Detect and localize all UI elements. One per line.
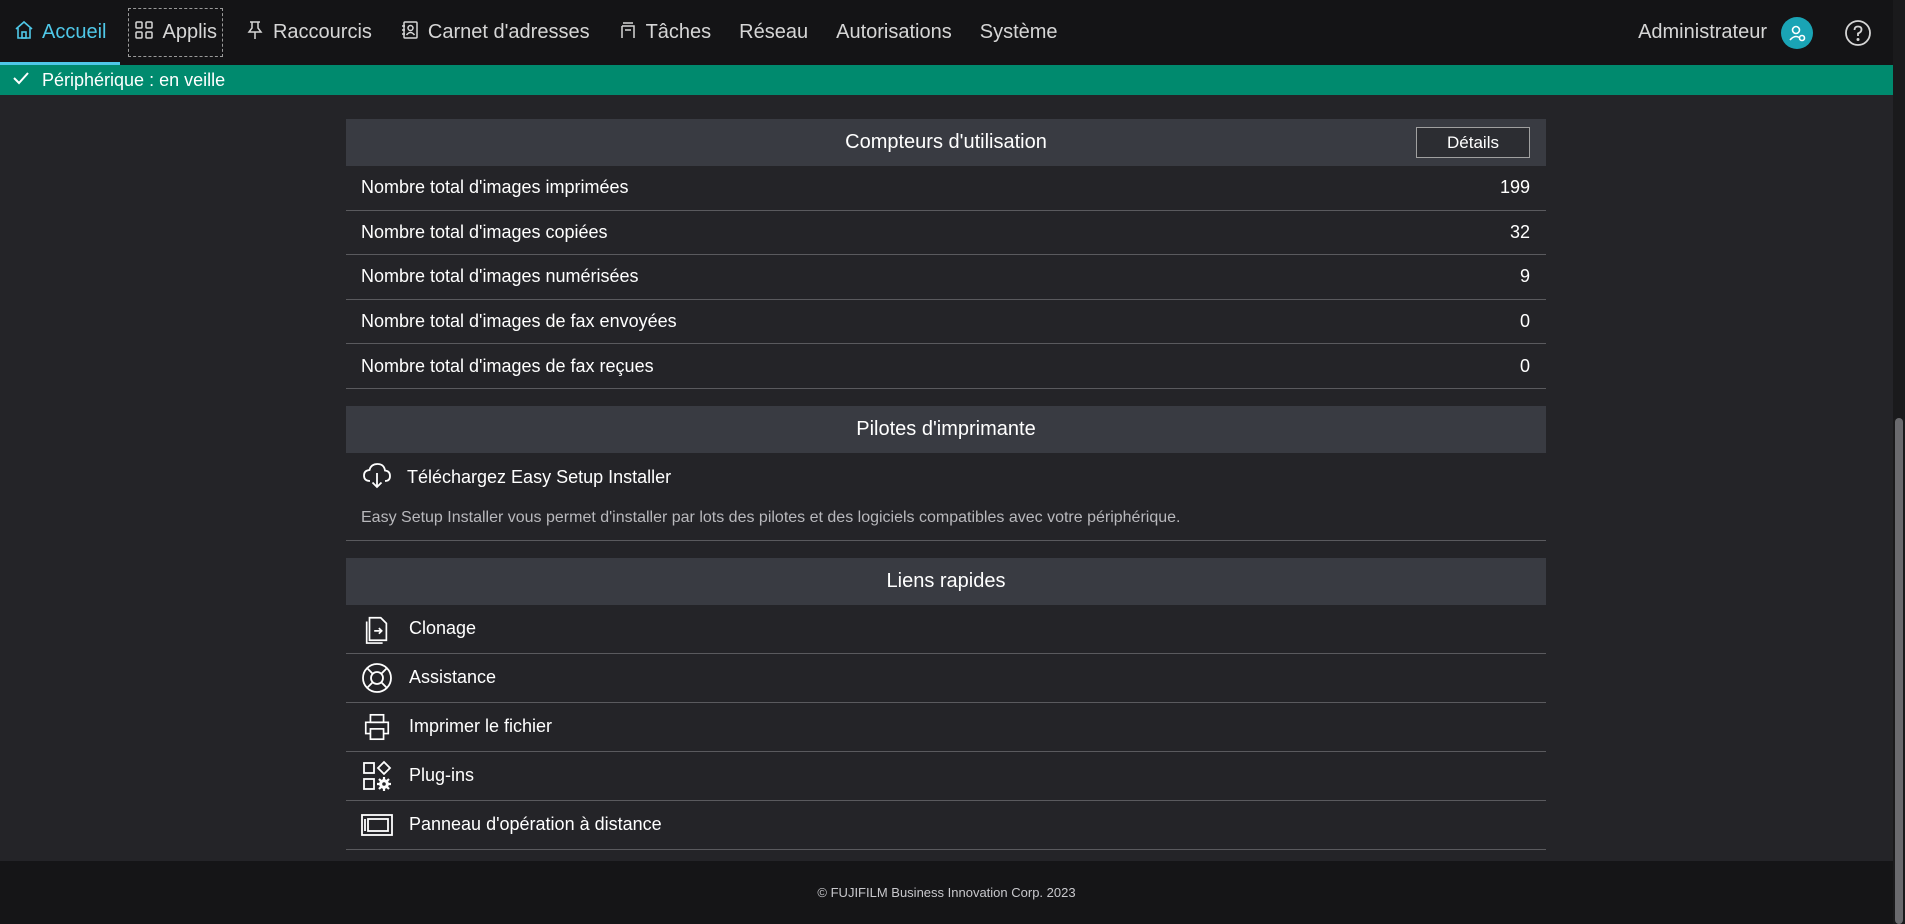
quicklink-plug-ins[interactable]: Plug-ins xyxy=(346,752,1546,801)
counter-row: Nombre total d'images de fax reçues 0 xyxy=(346,344,1546,389)
lifebuoy-icon xyxy=(361,662,393,694)
counter-row: Nombre total d'images imprimées 199 xyxy=(346,166,1546,211)
quicklink-panneau-distance[interactable]: Panneau d'opération à distance xyxy=(346,801,1546,850)
quicklinks-title: Liens rapides xyxy=(886,569,1006,592)
quicklink-imprimer-fichier[interactable]: Imprimer le fichier xyxy=(346,703,1546,752)
nav-tab-label: Réseau xyxy=(739,21,809,43)
nav-tab-reseau[interactable]: Réseau xyxy=(725,0,822,65)
plugins-icon xyxy=(361,760,393,792)
user-name[interactable]: Administrateur xyxy=(1638,21,1781,44)
quicklinks-header: Liens rapides xyxy=(346,557,1546,605)
apps-icon xyxy=(134,20,154,46)
nav-tab-raccourcis[interactable]: Raccourcis xyxy=(231,0,386,65)
tasks-icon xyxy=(618,20,638,46)
nav-tab-label: Raccourcis xyxy=(272,21,372,43)
quicklink-label: Clonage xyxy=(409,618,477,639)
quicklink-assistance[interactable]: Assistance xyxy=(346,654,1546,703)
counter-row: Nombre total d'images de fax envoyées 0 xyxy=(346,300,1546,345)
scrollbar-thumb[interactable] xyxy=(1895,418,1903,924)
cloud-download-icon xyxy=(361,459,393,496)
counters-title: Compteurs d'utilisation xyxy=(845,131,1047,153)
nav-tab-applis[interactable]: Applis xyxy=(120,0,230,65)
counter-value: 32 xyxy=(1509,221,1530,242)
main-content: Compteurs d'utilisation Détails Nombre t… xyxy=(346,119,1546,850)
nav-tab-label: Tâches xyxy=(645,21,712,43)
nav-tab-label: Système xyxy=(979,21,1058,43)
printer-icon xyxy=(361,711,393,743)
nav-tab-label: Applis xyxy=(162,21,217,43)
page-scrollbar[interactable] xyxy=(1893,0,1905,924)
home-icon xyxy=(14,20,34,46)
nav-tab-label: Autorisations xyxy=(836,21,952,43)
counter-row: Nombre total d'images numérisées 9 xyxy=(346,255,1546,300)
quicklink-label: Assistance xyxy=(409,667,497,688)
help-icon[interactable] xyxy=(1843,18,1873,48)
top-nav: Accueil Applis Raccourcis Carnet d'adres… xyxy=(0,0,1893,65)
counter-label: Nombre total d'images copiées xyxy=(361,221,608,242)
device-status-bar: Périphérique : en veille xyxy=(0,65,1893,95)
clone-icon xyxy=(361,613,393,645)
counter-label: Nombre total d'images de fax envoyées xyxy=(361,311,677,332)
counter-value: 9 xyxy=(1519,266,1530,287)
footer: © FUJIFILM Business Innovation Corp. 202… xyxy=(0,861,1893,924)
download-installer-link[interactable]: Téléchargez Easy Setup Installer xyxy=(346,453,1546,503)
remote-panel-icon xyxy=(361,809,393,841)
device-status-text: Périphérique : en veille xyxy=(42,69,226,90)
nav-tab-label: Accueil xyxy=(42,21,107,43)
quicklink-label: Panneau d'opération à distance xyxy=(409,814,662,835)
quicklink-label: Imprimer le fichier xyxy=(409,716,553,737)
counter-label: Nombre total d'images imprimées xyxy=(361,177,629,198)
nav-tab-carnet-adresses[interactable]: Carnet d'adresses xyxy=(386,0,604,65)
nav-tab-accueil[interactable]: Accueil xyxy=(0,0,121,65)
check-icon xyxy=(12,69,30,92)
nav-tab-label: Carnet d'adresses xyxy=(427,21,590,43)
counters-header: Compteurs d'utilisation Détails xyxy=(346,119,1546,166)
nav-tab-autorisations[interactable]: Autorisations xyxy=(822,0,966,65)
nav-tab-taches[interactable]: Tâches xyxy=(604,0,726,65)
download-installer-label[interactable]: Téléchargez Easy Setup Installer xyxy=(407,467,671,488)
pin-icon xyxy=(245,20,265,46)
address-book-icon xyxy=(400,20,420,46)
counter-value: 0 xyxy=(1519,355,1530,376)
details-button[interactable]: Détails xyxy=(1416,127,1530,158)
nav-tab-systeme[interactable]: Système xyxy=(966,0,1072,65)
drivers-header: Pilotes d'imprimante xyxy=(346,405,1546,453)
counter-label: Nombre total d'images numérisées xyxy=(361,266,639,287)
user-avatar-icon[interactable] xyxy=(1781,16,1813,49)
quicklink-label: Plug-ins xyxy=(409,765,475,786)
quicklink-clonage[interactable]: Clonage xyxy=(346,605,1546,654)
installer-description: Easy Setup Installer vous permet d'insta… xyxy=(346,503,1546,541)
counter-value: 0 xyxy=(1519,311,1530,332)
counter-row: Nombre total d'images copiées 32 xyxy=(346,211,1546,256)
copyright-text: © FUJIFILM Business Innovation Corp. 202… xyxy=(817,885,1076,900)
drivers-title: Pilotes d'imprimante xyxy=(856,417,1036,440)
counter-value: 199 xyxy=(1499,177,1530,198)
counter-label: Nombre total d'images de fax reçues xyxy=(361,355,654,376)
